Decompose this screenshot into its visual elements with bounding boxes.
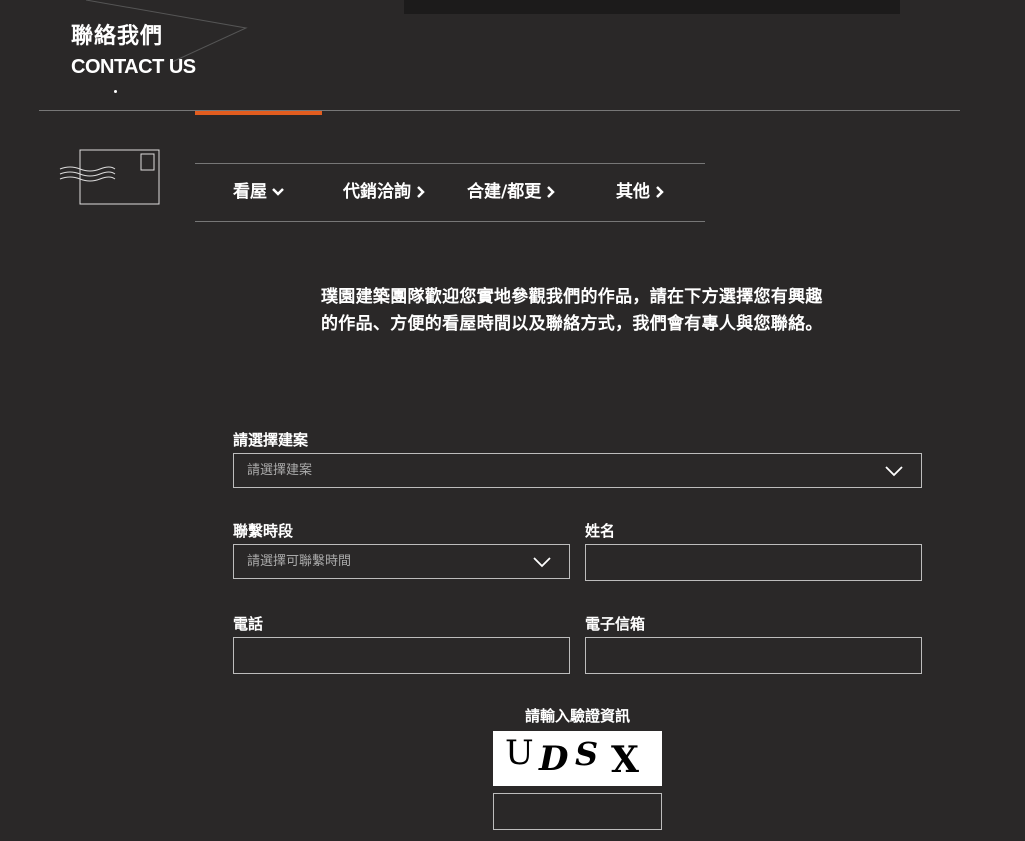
tab-sales-inquiry[interactable]: 代銷洽詢 [343, 164, 426, 221]
phone-input[interactable] [233, 637, 570, 674]
chevron-right-icon [417, 186, 425, 198]
tab-label: 其他 [616, 182, 650, 202]
captcha-char: D [539, 739, 569, 779]
name-input[interactable] [585, 544, 922, 581]
time-select[interactable]: 請選擇可聯繫時間 [233, 544, 570, 579]
tab-label: 代銷洽詢 [343, 182, 411, 202]
title-dot [114, 90, 117, 93]
captcha-input[interactable] [493, 793, 662, 830]
page-title-en: CONTACT US [71, 56, 196, 78]
project-label: 請選擇建案 [233, 431, 309, 449]
category-tabs: 看屋 代銷洽詢 合建/都更 其他 [195, 163, 705, 222]
chevron-right-icon [547, 186, 555, 198]
chevron-right-icon [656, 186, 664, 198]
captcha-char: U [505, 733, 534, 773]
project-select-value: 請選擇建案 [247, 463, 313, 478]
page-title-zh: 聯絡我們 [71, 24, 164, 49]
header-divider [39, 110, 960, 111]
envelope-icon [59, 149, 160, 205]
chevron-down-icon [885, 466, 903, 477]
captcha-char: X [611, 739, 639, 781]
chevron-down-icon [533, 557, 551, 568]
tab-joint-development[interactable]: 合建/都更 [467, 164, 556, 221]
time-label: 聯繫時段 [233, 522, 294, 540]
intro-text: 璞園建築團隊歡迎您實地參觀我們的作品，請在下方選擇您有興趣的作品、方便的看屋時間… [321, 287, 823, 334]
captcha-char: S [575, 735, 599, 773]
captcha-image: U D S X [493, 731, 662, 786]
tab-other[interactable]: 其他 [616, 164, 665, 221]
time-select-value: 請選擇可聯繫時間 [247, 554, 352, 569]
project-select[interactable]: 請選擇建案 [233, 453, 922, 488]
email-label: 電子信箱 [585, 615, 646, 633]
tab-label: 合建/都更 [467, 182, 542, 202]
tab-label: 看屋 [233, 182, 267, 202]
chevron-down-icon [272, 188, 284, 196]
tab-viewing[interactable]: 看屋 [233, 164, 285, 221]
active-accent-bar [195, 111, 322, 115]
captcha-label: 請輸入驗證資訊 [524, 707, 630, 725]
phone-label: 電話 [233, 615, 264, 633]
name-label: 姓名 [585, 522, 616, 540]
email-input[interactable] [585, 637, 922, 674]
top-image-edge [404, 0, 900, 14]
